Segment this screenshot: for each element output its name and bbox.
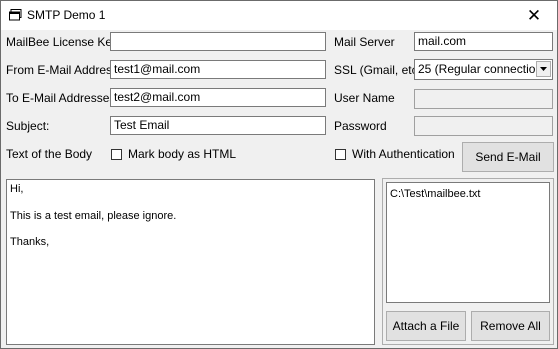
list-item[interactable]: C:\Test\mailbee.txt <box>390 188 480 200</box>
window-title: SMTP Demo 1 <box>27 8 106 22</box>
with-auth-label: With Authentication <box>352 147 455 161</box>
body-line: Hi, <box>10 183 24 195</box>
body-line: Thanks, <box>10 236 50 248</box>
body-text-label: Text of the Body <box>6 147 93 161</box>
license-key-input[interactable] <box>110 32 326 51</box>
attachments-list[interactable]: C:\Test\mailbee.txt <box>386 182 550 303</box>
smtp-demo-window: SMTP Demo 1 ✕ MailBee License Key From E… <box>0 0 558 349</box>
with-auth-checkbox[interactable] <box>335 149 346 160</box>
mail-server-input[interactable]: mail.com <box>414 32 553 51</box>
body-textarea[interactable]: Hi, This is a test email, please ignore.… <box>6 179 375 345</box>
ssl-label: SSL (Gmail, etc) <box>334 63 422 77</box>
to-addresses-input[interactable]: test2@mail.com <box>110 88 326 107</box>
mark-html-checkbox[interactable] <box>111 149 122 160</box>
body-line: This is a test email, please ignore. <box>10 210 177 222</box>
password-label: Password <box>334 119 387 133</box>
subject-input[interactable]: Test Email <box>110 116 326 135</box>
title-bar: SMTP Demo 1 ✕ <box>1 1 557 30</box>
send-email-button[interactable]: Send E-Mail <box>462 142 554 172</box>
close-icon: ✕ <box>526 5 542 25</box>
mark-html-label: Mark body as HTML <box>128 147 237 161</box>
mail-server-label: Mail Server <box>334 35 395 49</box>
password-input[interactable] <box>414 116 553 136</box>
remove-all-button[interactable]: Remove All <box>471 311 550 341</box>
ssl-select-value: 25 (Regular connection) <box>418 62 547 76</box>
user-name-input[interactable] <box>414 89 553 109</box>
user-name-label: User Name <box>334 91 395 105</box>
from-address-label: From E-Mail Address: <box>6 63 122 77</box>
from-address-input[interactable]: test1@mail.com <box>110 60 326 79</box>
window-icon <box>9 9 22 21</box>
attach-file-button[interactable]: Attach a File <box>386 311 466 341</box>
close-button[interactable]: ✕ <box>511 1 557 30</box>
chevron-down-icon[interactable] <box>536 61 551 77</box>
license-key-label: MailBee License Key <box>6 35 119 49</box>
to-addresses-label: To E-Mail Addresses: <box>6 91 119 105</box>
ssl-select[interactable]: 25 (Regular connection) <box>414 59 553 80</box>
subject-label: Subject: <box>6 119 50 133</box>
